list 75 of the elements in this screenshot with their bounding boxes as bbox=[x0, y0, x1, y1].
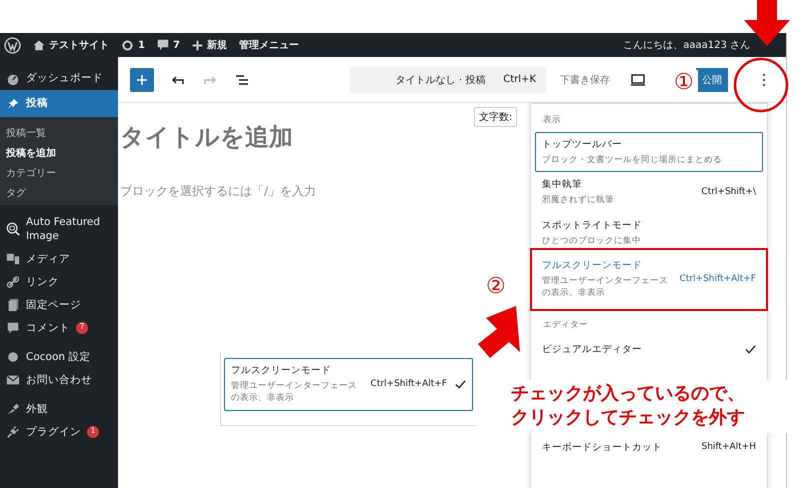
dot-icon bbox=[6, 350, 20, 364]
sidebar-item[interactable]: ダッシュボード bbox=[0, 67, 118, 90]
media-icon bbox=[6, 252, 20, 266]
submenu-item[interactable]: カテゴリー bbox=[0, 163, 118, 183]
comment-icon bbox=[6, 320, 20, 335]
menu-item-label: フルスクリーンモード bbox=[542, 258, 643, 272]
sidebar-item[interactable]: 固定ページ bbox=[0, 293, 118, 316]
menu-item-description: ひとつのブロックに集中 bbox=[542, 234, 642, 247]
save-draft-button[interactable]: 下書き保存 bbox=[556, 72, 614, 86]
wordpress-logo-icon[interactable] bbox=[4, 36, 21, 54]
shortcut-text: Shift+Alt+H bbox=[702, 442, 756, 452]
sidebar-item[interactable]: リンク bbox=[0, 270, 118, 294]
mail-icon bbox=[6, 372, 20, 387]
menu-item-label: スポットライトモード bbox=[542, 218, 643, 232]
comment-icon bbox=[156, 39, 169, 51]
shortcut-text: Ctrl+Shift+Alt+F bbox=[370, 379, 447, 390]
menu-item-description: 邪魔されずに執筆 bbox=[542, 194, 615, 207]
add-block-button[interactable] bbox=[130, 68, 154, 92]
menu-item-label: 集中執筆 bbox=[542, 178, 583, 192]
highlight-ring bbox=[733, 57, 789, 113]
menu-item[interactable]: ビジュアルエディター bbox=[535, 336, 763, 362]
comments-link[interactable]: 7 bbox=[156, 39, 180, 51]
link-icon bbox=[6, 274, 20, 289]
plug-icon bbox=[6, 424, 20, 439]
menu-item-description: ブロック・文書ツールを同じ場所にまとめる bbox=[542, 154, 723, 166]
submenu-item[interactable]: タグ bbox=[0, 183, 118, 203]
inset-menu-item[interactable]: フルスクリーンモード 管理ユーザーインターフェースの表示、非表示 Ctrl+Shift+Alt+F bbox=[224, 358, 473, 411]
count-badge: 1 bbox=[87, 426, 99, 438]
sidebar-item[interactable]: コメント 7 bbox=[0, 316, 118, 340]
submenu-item[interactable]: 投稿を追加 bbox=[0, 143, 118, 163]
menu-item-label: トップツールバー bbox=[542, 138, 623, 151]
command-bar[interactable]: タイトルなし · 投稿 Ctrl+K bbox=[350, 66, 546, 92]
menu-item-label: フルスクリーンモード bbox=[231, 364, 332, 377]
count-badge: 7 bbox=[76, 322, 88, 334]
kebab-icon bbox=[762, 72, 766, 86]
sidebar-item[interactable]: Cocoon 設定 bbox=[0, 345, 118, 368]
image-search-icon bbox=[6, 222, 20, 236]
menu-item-label: キーボードショートカット bbox=[542, 440, 663, 454]
home-icon bbox=[33, 39, 45, 51]
menu-item[interactable]: スポットライトモード ひとつのブロックに集中 bbox=[535, 212, 763, 253]
sidebar-item[interactable]: 投稿 bbox=[0, 90, 118, 117]
shortcut-text: Ctrl+Shift+\ bbox=[701, 187, 756, 198]
menu-item[interactable]: トップツールバー ブロック・文書ツールを同じ場所にまとめる bbox=[535, 132, 763, 172]
plus-icon bbox=[136, 74, 148, 86]
dashboard-icon bbox=[6, 72, 20, 86]
shortcut-text: Ctrl+Shift+Alt+F bbox=[680, 274, 756, 284]
preview-icon[interactable] bbox=[630, 72, 646, 88]
menu-section-heading: 表示 bbox=[542, 114, 562, 127]
menu-item[interactable]: 集中執筆 邪魔されずに執筆 Ctrl+Shift+\ bbox=[535, 172, 763, 213]
plus-icon bbox=[192, 40, 203, 50]
menu-item[interactable]: フルスクリーンモード 管理ユーザーインターフェースの表示、非表示 Ctrl+Shift+Alt+F bbox=[535, 252, 763, 306]
admin-menu-link[interactable]: 管理メニュー bbox=[238, 38, 299, 52]
new-link[interactable]: 新規 bbox=[192, 38, 227, 52]
refresh-icon bbox=[121, 38, 134, 52]
site-name-link[interactable]: テストサイト bbox=[33, 38, 109, 52]
menu-item[interactable]: キーボードショートカット Shift+Alt+H bbox=[535, 434, 763, 460]
sidebar-item[interactable]: プラグイン 1 bbox=[0, 420, 118, 444]
greeting-text[interactable]: こんにちは、aaaa123 さん bbox=[623, 38, 778, 52]
submenu-item[interactable]: 投稿一覧 bbox=[0, 123, 118, 143]
publish-button[interactable]: 公開 bbox=[696, 68, 728, 92]
sidebar-item[interactable]: 外観 bbox=[0, 397, 118, 420]
menu-item-label: ビジュアルエディター bbox=[542, 342, 643, 356]
menu-item-description: 管理ユーザーインターフェースの表示、非表示 bbox=[542, 274, 669, 300]
brush-icon bbox=[6, 402, 20, 416]
word-count-button[interactable]: 文字数: bbox=[474, 107, 518, 127]
updates-link[interactable]: 1 bbox=[121, 38, 145, 52]
check-icon bbox=[745, 344, 756, 355]
page-icon bbox=[6, 298, 20, 312]
pin-icon bbox=[6, 96, 20, 110]
menu-item-description: 管理ユーザーインターフェースの表示、非表示 bbox=[231, 380, 358, 405]
menu-section-heading: エディター bbox=[542, 318, 589, 332]
sidebar-item[interactable]: Auto Featured Image bbox=[0, 211, 118, 248]
sidebar-item[interactable]: お問い合わせ bbox=[0, 368, 118, 392]
title-placeholder[interactable]: タイトルを追加 bbox=[120, 121, 293, 153]
sidebar-item[interactable]: メディア bbox=[0, 247, 118, 270]
